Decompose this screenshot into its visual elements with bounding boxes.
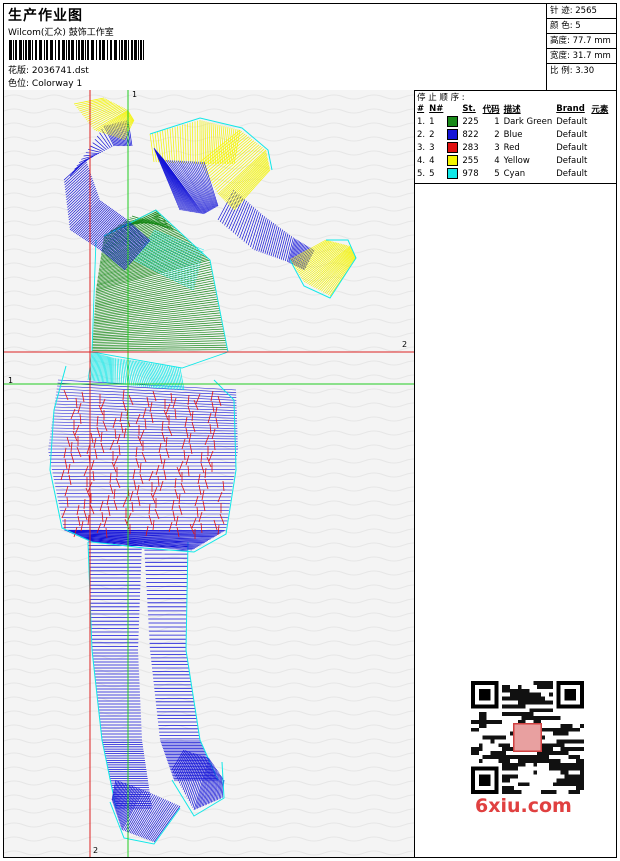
table-header-row: # N# St. 代码 描述 Brand 元素 xyxy=(415,102,610,115)
qr-code-icon xyxy=(471,681,584,794)
embroidery-figure xyxy=(4,90,414,857)
axis-label-top: 1 xyxy=(132,90,138,99)
color-swatch xyxy=(447,142,459,153)
row-index: 3. xyxy=(417,142,426,153)
axis-label-right: 2 xyxy=(402,340,408,349)
row-needle: 2 xyxy=(429,129,435,140)
col-header-stitches: St. xyxy=(462,103,476,114)
row-stitches: 978 xyxy=(462,168,479,179)
barcode-icon xyxy=(9,40,144,60)
row-description: Dark Green xyxy=(503,116,553,127)
stitch-count: 针 迹: 2565 xyxy=(547,4,617,19)
row-description: Red xyxy=(503,142,520,153)
color-sequence-table: # N# St. 代码 描述 Brand 元素 1. 1 225 1 Dark Gree… xyxy=(415,102,610,180)
row-element xyxy=(589,115,610,128)
row-swatch xyxy=(445,154,460,167)
row-element xyxy=(589,141,610,154)
row-index: 2. xyxy=(417,129,426,140)
axis-label-bottom: 2 xyxy=(93,846,99,855)
color-count: 颜 色: 5 xyxy=(547,19,617,34)
row-needle: 4 xyxy=(429,155,435,166)
colorway-name: Colorway 1 xyxy=(31,79,83,89)
row-needle: 5 xyxy=(429,168,435,179)
col-header-brand: Brand xyxy=(556,103,585,114)
table-row: 5. 5 978 5 Cyan Default xyxy=(415,167,610,180)
row-needle: 1 xyxy=(429,116,435,127)
table-row: 3. 3 283 3 Red Default xyxy=(415,141,610,154)
row-element xyxy=(589,154,610,167)
worksheet-title: 生产作业图 xyxy=(8,8,83,24)
row-index: 1. xyxy=(417,116,426,127)
color-swatch xyxy=(447,129,459,140)
row-code: 5 xyxy=(494,168,500,179)
table-row: 4. 4 255 4 Yellow Default xyxy=(415,154,610,167)
row-description: Blue xyxy=(503,129,523,140)
row-brand: Default xyxy=(556,142,588,153)
row-element xyxy=(589,128,610,141)
row-element xyxy=(589,167,610,180)
design-file-row: 花版: 2036741.dst xyxy=(8,63,89,76)
col-header-swatch xyxy=(445,102,460,115)
row-brand: Default xyxy=(556,155,588,166)
design-height: 高度: 77.7 mm xyxy=(547,34,617,49)
colorway-label: 色位: xyxy=(8,79,30,89)
table-divider xyxy=(415,183,616,184)
row-code: 3 xyxy=(494,142,500,153)
design-preview: 1 1 2 2 xyxy=(4,90,415,857)
design-stats: 针 迹: 2565 颜 色: 5 高度: 77.7 mm 宽度: 31.7 mm… xyxy=(546,4,617,90)
col-header-description: 描述 xyxy=(503,104,521,115)
row-stitches: 255 xyxy=(462,155,479,166)
row-brand: Default xyxy=(556,168,588,179)
row-needle: 3 xyxy=(429,142,435,153)
axis-label-left: 1 xyxy=(8,376,14,385)
row-stitches: 283 xyxy=(462,142,479,153)
col-header-code: 代码 xyxy=(482,104,500,115)
stop-sequence-panel: 停 止 顺 序 : # N# St. 代码 描述 Brand 元素 1. 1 225… xyxy=(415,90,616,857)
row-brand: Default xyxy=(556,129,588,140)
col-header-needle: N# xyxy=(429,103,444,114)
row-index: 5. xyxy=(417,168,426,179)
row-code: 2 xyxy=(494,129,500,140)
row-stitches: 225 xyxy=(462,116,479,127)
table-row: 2. 2 822 2 Blue Default xyxy=(415,128,610,141)
row-description: Yellow xyxy=(503,155,530,166)
colorway-row: 色位: Colorway 1 xyxy=(8,76,82,89)
watermark-logo: 6xiu.com xyxy=(475,795,572,817)
row-swatch xyxy=(445,167,460,180)
design-width: 宽度: 31.7 mm xyxy=(547,49,617,64)
production-worksheet: 生产作业图 Wilcom(汇众) 鼓饰工作室 花版: 2036741.dst 色… xyxy=(3,3,617,858)
row-code: 1 xyxy=(494,116,500,127)
row-swatch xyxy=(445,141,460,154)
color-swatch xyxy=(447,168,459,179)
design-scale: 比 例: 3.30 xyxy=(550,66,595,76)
company-name: Wilcom(汇众) 鼓饰工作室 xyxy=(8,28,114,38)
row-index: 4. xyxy=(417,155,426,166)
design-file-name: 2036741.dst xyxy=(31,66,89,76)
col-header-index: # xyxy=(417,103,425,114)
color-swatch xyxy=(447,155,459,166)
col-header-element: 元素 xyxy=(591,104,609,115)
worksheet-header: 生产作业图 Wilcom(汇众) 鼓饰工作室 花版: 2036741.dst 色… xyxy=(4,4,617,91)
color-swatch xyxy=(447,116,459,127)
row-brand: Default xyxy=(556,116,588,127)
table-row: 1. 1 225 1 Dark Green Default xyxy=(415,115,610,128)
row-swatch xyxy=(445,128,460,141)
row-swatch xyxy=(445,115,460,128)
row-description: Cyan xyxy=(503,168,526,179)
row-stitches: 822 xyxy=(462,129,479,140)
design-file-label: 花版: xyxy=(8,66,30,76)
row-code: 4 xyxy=(494,155,500,166)
